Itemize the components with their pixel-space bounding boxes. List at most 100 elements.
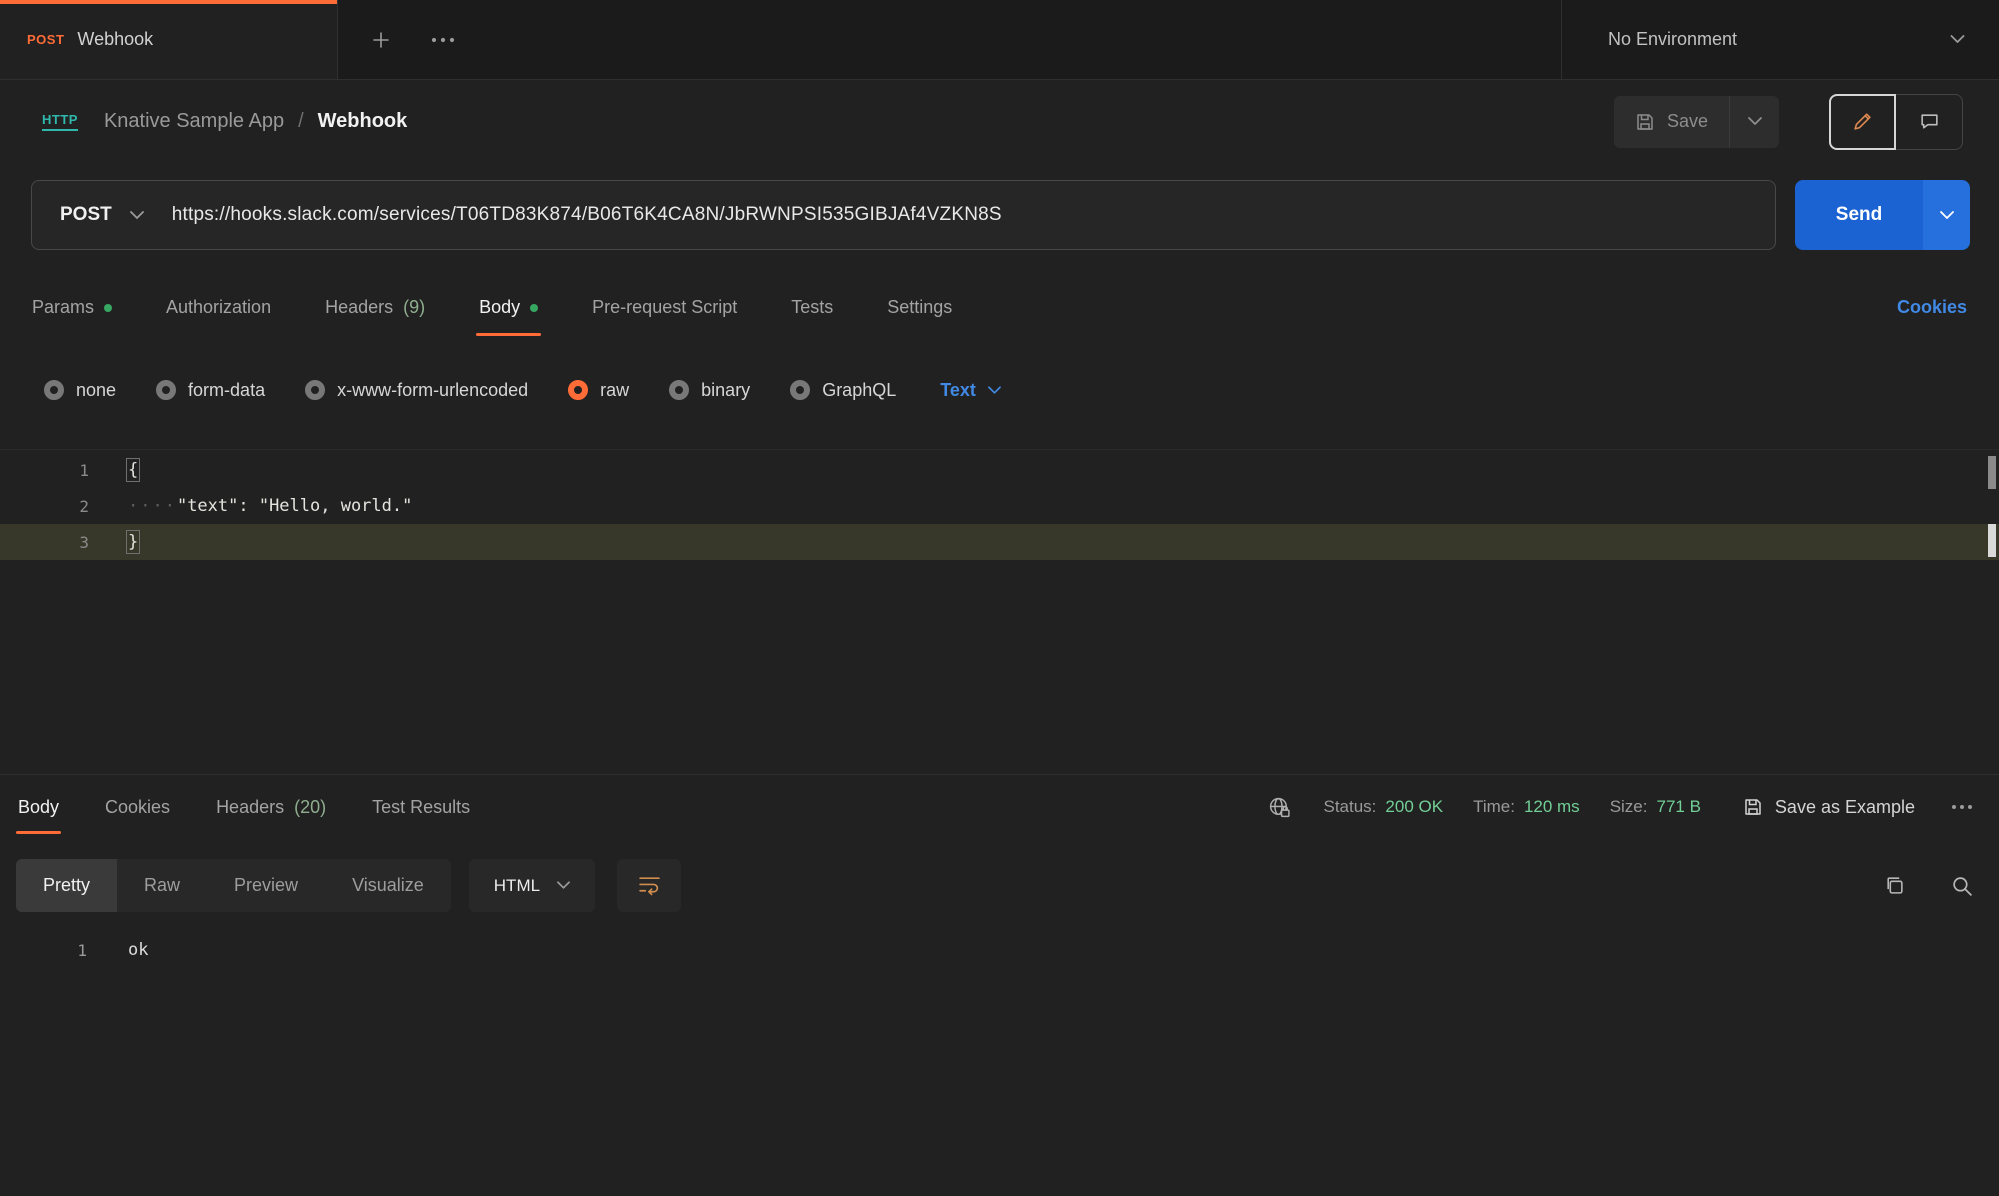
save-options-button[interactable]: [1729, 96, 1779, 148]
whitespace-dots: ····: [128, 496, 177, 516]
chevron-down-icon: [988, 386, 1001, 395]
save-icon: [1743, 797, 1763, 817]
http-protocol-icon: HTTP: [42, 112, 78, 131]
radio-form-data[interactable]: form-data: [156, 380, 265, 401]
status-value: 200 OK: [1385, 797, 1443, 817]
response-header: Body Cookies Headers (20) Test Results S…: [0, 775, 1999, 839]
scrollbar-mark: [1988, 456, 1996, 489]
cookies-link[interactable]: Cookies: [1897, 297, 1967, 318]
response-view-toolbar: Pretty Raw Preview Visualize HTML: [0, 859, 1999, 912]
url-input[interactable]: https://hooks.slack.com/services/T06TD83…: [172, 204, 1775, 226]
view-mode-preview[interactable]: Preview: [207, 859, 325, 912]
workspace-tab-bar: POST Webhook No Environment: [0, 0, 1999, 80]
time-label: Time:: [1473, 797, 1515, 817]
radio-binary-label: binary: [701, 380, 750, 401]
environment-selector[interactable]: No Environment: [1561, 0, 1999, 79]
send-button-group: Send: [1795, 180, 1970, 250]
tab-tests[interactable]: Tests: [791, 267, 833, 347]
headers-count-badge: (9): [403, 297, 425, 318]
params-modified-dot: [104, 304, 112, 312]
save-button-group: Save: [1614, 96, 1779, 148]
tab-body-label: Body: [479, 297, 520, 318]
method-selector[interactable]: POST: [32, 181, 172, 249]
status-badge: Status: 200 OK: [1323, 797, 1443, 817]
raw-language-selector[interactable]: Text: [940, 380, 1001, 401]
tab-prerequest-script[interactable]: Pre-request Script: [592, 267, 737, 347]
radio-none[interactable]: none: [44, 380, 116, 401]
comments-button[interactable]: [1896, 94, 1963, 150]
radio-urlencoded[interactable]: x-www-form-urlencoded: [305, 380, 528, 401]
editor-line-current[interactable]: 3 }: [0, 524, 1999, 560]
size-label: Size:: [1610, 797, 1648, 817]
tab-options-button[interactable]: [412, 0, 474, 79]
radio-circle-icon: [156, 380, 176, 400]
response-text: ok: [128, 940, 148, 960]
new-tab-button[interactable]: [350, 0, 412, 79]
save-as-example-button[interactable]: Save as Example: [1743, 797, 1915, 818]
line-number: 3: [0, 533, 89, 552]
tab-authorization-label: Authorization: [166, 297, 271, 318]
response-pane: Body Cookies Headers (20) Test Results S…: [0, 774, 1999, 970]
pencil-icon: [1852, 111, 1873, 132]
send-button[interactable]: Send: [1795, 180, 1923, 250]
search-icon: [1951, 875, 1973, 897]
view-mode-visualize[interactable]: Visualize: [325, 859, 451, 912]
response-format-selector[interactable]: HTML: [469, 859, 595, 912]
save-button[interactable]: Save: [1614, 96, 1729, 148]
radio-raw-label: raw: [600, 380, 629, 401]
tab-headers[interactable]: Headers (9): [325, 267, 425, 347]
request-url-container: POST https://hooks.slack.com/services/T0…: [31, 180, 1776, 250]
breadcrumb-collection[interactable]: Knative Sample App: [104, 110, 284, 133]
response-tab-cookies-label: Cookies: [105, 797, 170, 818]
response-meta: Status: 200 OK Time: 120 ms Size: 771 B …: [1268, 796, 1973, 819]
radio-graphql[interactable]: GraphQL: [790, 380, 896, 401]
tab-settings[interactable]: Settings: [887, 267, 952, 347]
breadcrumb-request-name[interactable]: Webhook: [318, 110, 408, 133]
raw-language-label: Text: [940, 380, 976, 401]
tab-authorization[interactable]: Authorization: [166, 267, 271, 347]
send-options-button[interactable]: [1923, 180, 1970, 250]
radio-circle-icon: [790, 380, 810, 400]
response-tab-headers[interactable]: Headers (20): [216, 775, 326, 839]
editor-scrollbar[interactable]: [1988, 450, 1996, 774]
search-response-button[interactable]: [1951, 875, 1973, 897]
editor-line[interactable]: 1 {: [0, 452, 1999, 488]
radio-selected-icon: [568, 380, 588, 400]
line-number: 2: [0, 497, 89, 516]
response-tab-cookies[interactable]: Cookies: [105, 775, 170, 839]
chevron-down-icon: [1940, 211, 1954, 220]
text-wrap-icon: [638, 875, 661, 896]
response-options-button[interactable]: [1951, 804, 1973, 810]
radio-form-data-label: form-data: [188, 380, 265, 401]
time-value: 120 ms: [1524, 797, 1580, 817]
comment-icon: [1919, 111, 1940, 132]
network-info-icon[interactable]: [1268, 796, 1291, 819]
ellipsis-icon: [1951, 804, 1973, 810]
request-body-editor[interactable]: 1 { 2 ····"text": "Hello, world." 3 }: [0, 449, 1999, 774]
response-body-viewer[interactable]: 1 ok: [0, 930, 1999, 970]
response-tab-test-results[interactable]: Test Results: [372, 775, 470, 839]
request-actions: Save: [1614, 94, 1963, 150]
tab-settings-label: Settings: [887, 297, 952, 318]
ellipsis-icon: [431, 37, 455, 43]
method-label: POST: [60, 204, 112, 226]
radio-binary[interactable]: binary: [669, 380, 750, 401]
body-mode-options: none form-data x-www-form-urlencoded raw…: [0, 347, 1999, 449]
tab-body[interactable]: Body: [479, 267, 538, 347]
radio-raw[interactable]: raw: [568, 380, 629, 401]
chevron-down-icon: [1950, 35, 1965, 44]
copy-response-button[interactable]: [1884, 875, 1905, 896]
response-headers-count-badge: (20): [294, 797, 326, 818]
save-button-label: Save: [1667, 111, 1708, 132]
view-mode-raw[interactable]: Raw: [117, 859, 207, 912]
view-mode-pretty[interactable]: Pretty: [16, 859, 117, 912]
radio-circle-icon: [305, 380, 325, 400]
tab-params[interactable]: Params: [32, 267, 112, 347]
request-tab-webhook[interactable]: POST Webhook: [0, 0, 338, 79]
wrap-lines-button[interactable]: [617, 859, 681, 912]
editor-line[interactable]: 2 ····"text": "Hello, world.": [0, 488, 1999, 524]
request-tabs: Params Authorization Headers (9) Body Pr…: [0, 267, 1999, 347]
time-badge: Time: 120 ms: [1473, 797, 1580, 817]
edit-documentation-button[interactable]: [1829, 94, 1896, 150]
response-tab-body[interactable]: Body: [18, 775, 59, 839]
